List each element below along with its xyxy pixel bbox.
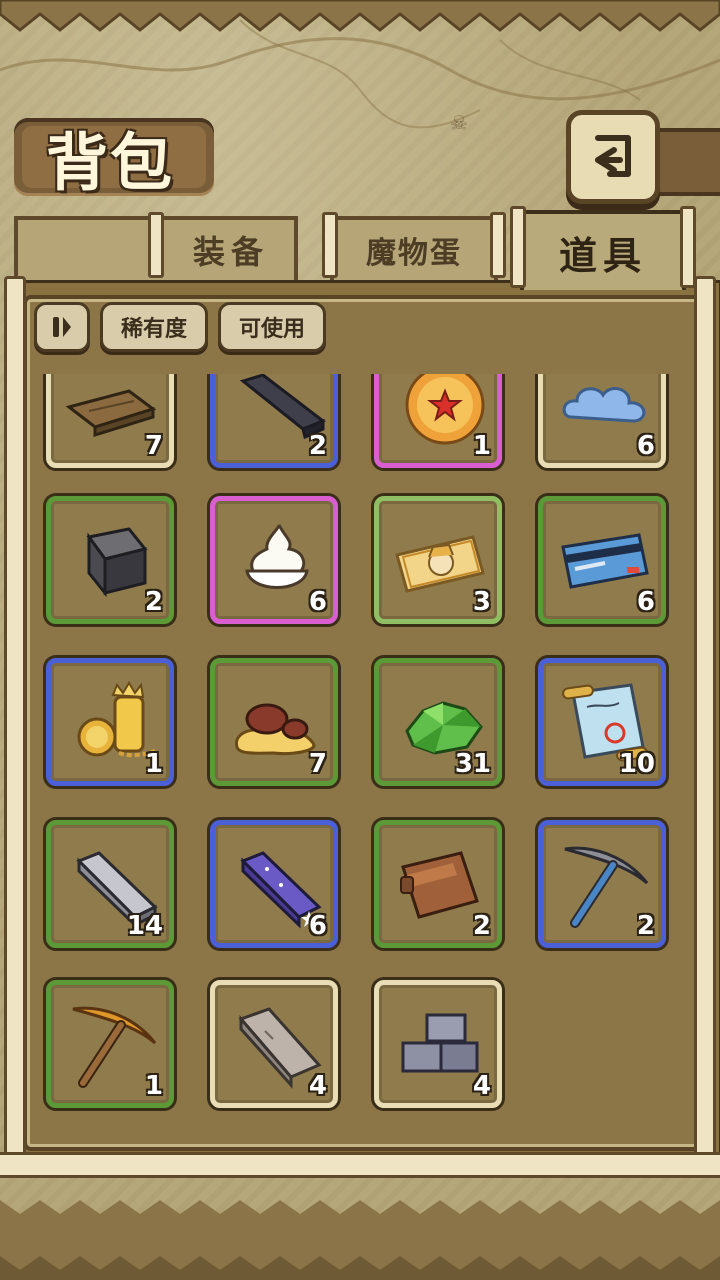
item-slot-star-medal[interactable]: 1	[374, 374, 502, 468]
tab-items-label: 道具	[558, 233, 647, 278]
item-slot-stone-slab[interactable]: 4	[210, 980, 338, 1108]
panel-post-left	[4, 276, 26, 1172]
item-count: 10	[618, 749, 655, 779]
item-count: 7	[144, 431, 163, 461]
item-count: 2	[144, 587, 163, 617]
item-slot-character-ticket[interactable]: 3	[374, 496, 502, 624]
item-slot-steel-pickaxe[interactable]: 2	[538, 820, 666, 948]
item-count: 6	[308, 587, 327, 617]
tab-monster-egg-label: 魔物蛋	[366, 236, 462, 271]
item-grid[interactable]: 7 2 1 6 2 6 3 6 1 7 31 10 14 6 2 2 1 4 4	[30, 374, 690, 1134]
bottom-zigzag-border	[0, 1200, 720, 1280]
item-count: 14	[126, 911, 163, 941]
item-slot-mushroom-puddle[interactable]: 7	[210, 658, 338, 786]
svg-text:☠: ☠	[450, 111, 468, 135]
item-slot-stone-bricks[interactable]: 4	[374, 980, 502, 1108]
item-slot-starry-ingot[interactable]: 6	[210, 820, 338, 948]
return-arrow-icon	[595, 135, 631, 177]
item-count: 4	[472, 1071, 491, 1101]
panel-post-right	[694, 276, 716, 1172]
pause-filter-icon	[53, 317, 71, 337]
item-slot-whipped-cream[interactable]: 6	[210, 496, 338, 624]
item-count: 2	[636, 911, 655, 941]
item-slot-leather-wallet[interactable]: 2	[374, 820, 502, 948]
item-count: 1	[144, 749, 163, 779]
back-button-rail	[650, 128, 720, 196]
tab-equipment-label: 装备	[192, 233, 269, 271]
item-slot-green-crystals[interactable]: 31	[374, 658, 502, 786]
item-count: 3	[472, 587, 491, 617]
item-slot-gold-trophy-coins[interactable]: 1	[46, 658, 174, 786]
item-count: 1	[144, 1071, 163, 1101]
item-slot-blue-cloud[interactable]: 6	[538, 374, 666, 468]
tab-monster-egg[interactable]: 魔物蛋	[322, 212, 506, 280]
item-count: 7	[308, 749, 327, 779]
filter-usable-button[interactable]: 可使用	[218, 302, 326, 352]
filter-usable-label: 可使用	[238, 317, 305, 342]
tab-post	[322, 212, 338, 278]
sort-rarity-button[interactable]: 稀有度	[100, 302, 208, 352]
item-count: 6	[308, 911, 327, 941]
item-slot-silver-ingot[interactable]: 14	[46, 820, 174, 948]
item-count: 31	[454, 749, 491, 779]
item-slot-bank-card[interactable]: 6	[538, 496, 666, 624]
item-count: 6	[636, 431, 655, 461]
page-title: 背包	[45, 126, 174, 199]
item-slot-treasure-scroll[interactable]: 10	[538, 658, 666, 786]
sort-rarity-label: 稀有度	[120, 317, 187, 342]
tab-post	[680, 206, 696, 288]
tab-post	[490, 212, 506, 278]
tab-items[interactable]: 道具	[510, 206, 696, 290]
item-count: 2	[308, 431, 327, 461]
back-button[interactable]	[566, 110, 660, 204]
item-slot-copper-pickaxe[interactable]: 1	[46, 980, 174, 1108]
item-count: 4	[308, 1071, 327, 1101]
item-slot-iron-block[interactable]: 2	[46, 496, 174, 624]
item-slot-wooden-plank[interactable]: 7	[46, 374, 174, 468]
item-count: 1	[472, 431, 491, 461]
item-count: 6	[636, 587, 655, 617]
item-count: 2	[472, 911, 491, 941]
item-slot-dark-metal-ingot[interactable]: 2	[210, 374, 338, 468]
tab-post	[148, 212, 164, 278]
tab-equipment[interactable]: 装备	[14, 212, 298, 280]
tab-post	[510, 206, 526, 288]
filter-toggle-button[interactable]	[34, 302, 90, 352]
